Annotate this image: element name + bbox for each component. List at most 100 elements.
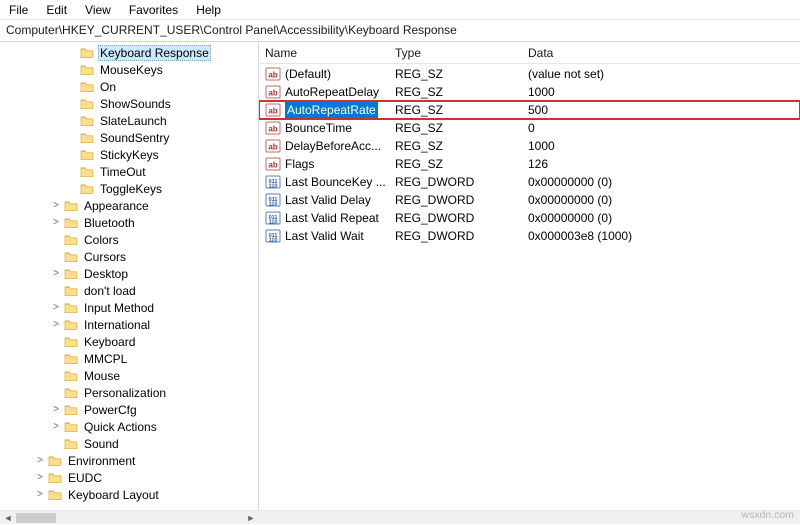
value-type: REG_DWORD: [389, 211, 522, 225]
value-data: 0x00000000 (0): [522, 193, 800, 207]
tree-item[interactable]: > Desktop: [0, 265, 258, 282]
registry-tree: >Keyboard Response>MouseKeys>On>ShowSoun…: [0, 42, 258, 505]
folder-icon: [64, 421, 78, 433]
tree-item[interactable]: >Personalization: [0, 384, 258, 401]
tree-item[interactable]: >ToggleKeys: [0, 180, 258, 197]
chevron-right-icon[interactable]: >: [34, 472, 46, 484]
chevron-right-icon[interactable]: >: [34, 455, 46, 467]
value-row[interactable]: AutoRepeatDelayREG_SZ1000: [259, 83, 800, 101]
chevron-right-icon[interactable]: >: [34, 489, 46, 501]
folder-icon: [80, 183, 94, 195]
tree-item[interactable]: >On: [0, 78, 258, 95]
chevron-right-icon[interactable]: >: [50, 217, 62, 229]
value-row[interactable]: FlagsREG_SZ126: [259, 155, 800, 173]
dword-value-icon: [265, 210, 281, 226]
tree-item[interactable]: > Environment: [0, 452, 258, 469]
tree-item-label: Colors: [82, 233, 121, 247]
folder-icon: [64, 217, 78, 229]
value-row[interactable]: Last Valid RepeatREG_DWORD0x00000000 (0): [259, 209, 800, 227]
tree-item[interactable]: >Keyboard: [0, 333, 258, 350]
value-row[interactable]: BounceTimeREG_SZ0: [259, 119, 800, 137]
dword-value-icon: [265, 192, 281, 208]
tree-item[interactable]: >Keyboard Layout: [0, 486, 258, 503]
tree-item-label: ShowSounds: [98, 97, 173, 111]
tree-item-label: SoundSentry: [98, 131, 171, 145]
tree-item[interactable]: >don't load: [0, 282, 258, 299]
menu-file[interactable]: File: [2, 1, 35, 19]
chevron-right-icon[interactable]: >: [50, 200, 62, 212]
scroll-right-icon[interactable]: ►: [243, 511, 259, 525]
tree-item[interactable]: >Keyboard Response: [0, 44, 258, 61]
value-row[interactable]: DelayBeforeAcc...REG_SZ1000: [259, 137, 800, 155]
value-row[interactable]: Last Valid DelayREG_DWORD0x00000000 (0): [259, 191, 800, 209]
chevron-right-icon[interactable]: >: [50, 421, 62, 433]
value-name: BounceTime: [285, 121, 352, 135]
tree-pane: >Keyboard Response>MouseKeys>On>ShowSoun…: [0, 42, 259, 510]
column-header-type[interactable]: Type: [389, 42, 522, 64]
tree-item-label: StickyKeys: [98, 148, 161, 162]
chevron-right-icon[interactable]: >: [50, 404, 62, 416]
tree-item-label: ToggleKeys: [98, 182, 164, 196]
tree-item[interactable]: >ShowSounds: [0, 95, 258, 112]
tree-item[interactable]: >MMCPL: [0, 350, 258, 367]
folder-icon: [64, 438, 78, 450]
tree-item[interactable]: >Colors: [0, 231, 258, 248]
folder-icon: [64, 336, 78, 348]
tree-item[interactable]: >Quick Actions: [0, 418, 258, 435]
tree-item[interactable]: >Input Method: [0, 299, 258, 316]
tree-item[interactable]: >StickyKeys: [0, 146, 258, 163]
tree-item[interactable]: >Bluetooth: [0, 214, 258, 231]
tree-item[interactable]: >MouseKeys: [0, 61, 258, 78]
tree-item-label: Keyboard: [82, 335, 137, 349]
folder-icon: [48, 472, 62, 484]
tree-item[interactable]: >Mouse: [0, 367, 258, 384]
values-list: (Default)REG_SZ(value not set)AutoRepeat…: [259, 64, 800, 245]
folder-icon: [48, 455, 62, 467]
scroll-thumb[interactable]: [16, 513, 56, 523]
tree-item-label: Keyboard Response: [98, 45, 211, 61]
tree-item-label: Environment: [66, 454, 137, 468]
value-type: REG_SZ: [389, 85, 522, 99]
tree-item[interactable]: >Appearance: [0, 197, 258, 214]
menu-favorites[interactable]: Favorites: [122, 1, 185, 19]
tree-item[interactable]: >International: [0, 316, 258, 333]
chevron-right-icon[interactable]: >: [50, 319, 62, 331]
value-row[interactable]: Last BounceKey ...REG_DWORD0x00000000 (0…: [259, 173, 800, 191]
value-row[interactable]: (Default)REG_SZ(value not set): [259, 65, 800, 83]
tree-item[interactable]: >Sound: [0, 435, 258, 452]
tree-item[interactable]: >EUDC: [0, 469, 258, 486]
folder-icon: [80, 81, 94, 93]
tree-item[interactable]: >SoundSentry: [0, 129, 258, 146]
tree-item[interactable]: >Cursors: [0, 248, 258, 265]
horizontal-scrollbar[interactable]: ◄ ►: [0, 510, 800, 524]
column-header-data[interactable]: Data: [522, 42, 800, 64]
value-type: REG_SZ: [389, 157, 522, 171]
value-row[interactable]: AutoRepeatRateREG_SZ500: [259, 101, 800, 119]
column-header-name[interactable]: Name: [259, 42, 389, 64]
tree-item[interactable]: >TimeOut: [0, 163, 258, 180]
string-value-icon: [265, 138, 281, 154]
chevron-right-icon[interactable]: >: [50, 268, 62, 280]
tree-item-label: PowerCfg: [82, 403, 139, 417]
tree-item-label: On: [98, 80, 118, 94]
address-bar[interactable]: Computer\HKEY_CURRENT_USER\Control Panel…: [0, 20, 800, 42]
menu-help[interactable]: Help: [189, 1, 228, 19]
value-row[interactable]: Last Valid WaitREG_DWORD0x000003e8 (1000…: [259, 227, 800, 245]
folder-icon: [64, 302, 78, 314]
tree-item-label: TimeOut: [98, 165, 148, 179]
folder-icon: [80, 166, 94, 178]
folder-icon: [64, 251, 78, 263]
tree-item[interactable]: >SlateLaunch: [0, 112, 258, 129]
menu-view[interactable]: View: [78, 1, 118, 19]
tree-item[interactable]: > PowerCfg: [0, 401, 258, 418]
scroll-left-icon[interactable]: ◄: [0, 511, 16, 525]
tree-item-label: Desktop: [82, 267, 130, 281]
watermark: wsxdn.com: [741, 509, 794, 521]
menu-edit[interactable]: Edit: [39, 1, 74, 19]
chevron-right-icon[interactable]: >: [50, 302, 62, 314]
value-name: Last BounceKey ...: [285, 175, 386, 189]
tree-scroll[interactable]: >Keyboard Response>MouseKeys>On>ShowSoun…: [0, 42, 258, 510]
folder-icon: [64, 370, 78, 382]
tree-item-label: don't load: [82, 284, 138, 298]
dword-value-icon: [265, 228, 281, 244]
